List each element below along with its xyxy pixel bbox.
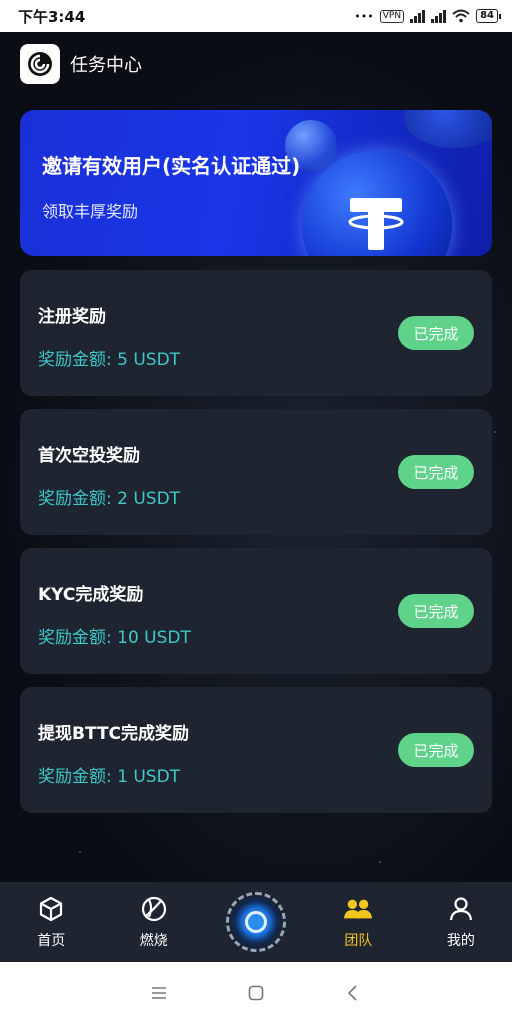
nav-item-mine[interactable]: 我的	[410, 882, 512, 962]
nav-item-center[interactable]	[205, 882, 307, 962]
menu-icon[interactable]	[146, 980, 172, 1006]
task-card[interactable]: 提现BTTC完成奖励 奖励金额: 1 USDT 已完成	[20, 687, 492, 813]
invite-banner[interactable]: 邀请有效用户(实名认证通过) 领取丰厚奖励	[20, 110, 492, 256]
page-title: 任务中心	[70, 55, 142, 76]
coin-decoration	[404, 110, 492, 148]
signal-icon	[410, 9, 426, 23]
user-icon	[446, 894, 476, 924]
app-logo-icon	[20, 44, 60, 84]
task-title: 首次空投奖励	[38, 446, 140, 466]
task-card[interactable]: KYC完成奖励 奖励金额: 10 USDT 已完成	[20, 548, 492, 674]
team-icon	[343, 894, 373, 924]
nav-label: 团队	[344, 933, 373, 949]
battery-icon: 84	[476, 9, 501, 23]
bottom-nav: 首页 燃烧 团队 我的	[0, 882, 512, 962]
task-card[interactable]: 首次空投奖励 奖励金额: 2 USDT 已完成	[20, 409, 492, 535]
task-status-badge[interactable]: 已完成	[398, 733, 474, 767]
vpn-badge: VPN	[379, 9, 405, 23]
task-reward: 奖励金额: 5 USDT	[38, 350, 181, 370]
task-status-badge[interactable]: 已完成	[398, 455, 474, 489]
status-time: 下午3:44	[18, 7, 86, 26]
task-status-badge[interactable]: 已完成	[398, 316, 474, 350]
signal-icon-2	[431, 9, 447, 23]
banner-subtitle: 领取丰厚奖励	[42, 202, 139, 221]
nav-label: 我的	[446, 933, 475, 949]
status-bar: 下午3:44 ••• VPN 84	[0, 0, 512, 32]
nav-item-team[interactable]: 团队	[307, 882, 409, 962]
nav-item-home[interactable]: 首页	[0, 882, 102, 962]
back-icon[interactable]	[340, 980, 366, 1006]
task-reward: 奖励金额: 10 USDT	[38, 628, 191, 648]
system-nav-bar	[0, 962, 512, 1024]
ball-icon	[139, 894, 169, 924]
task-reward: 奖励金额: 2 USDT	[38, 489, 181, 509]
nav-label: 燃烧	[139, 933, 168, 949]
center-orb-icon	[226, 892, 287, 952]
cube-icon	[36, 894, 66, 924]
task-status-badge[interactable]: 已完成	[398, 594, 474, 628]
banner-title: 邀请有效用户(实名认证通过)	[42, 154, 301, 178]
task-reward: 奖励金额: 1 USDT	[38, 767, 181, 787]
task-title: KYC完成奖励	[38, 585, 144, 605]
app-header: 任务中心	[20, 44, 142, 84]
home-square-icon[interactable]	[243, 980, 269, 1006]
nav-item-burn[interactable]: 燃烧	[102, 882, 204, 962]
status-icons: ••• VPN 84	[354, 9, 501, 23]
task-title: 注册奖励	[38, 307, 106, 327]
task-card[interactable]: 注册奖励 奖励金额: 5 USDT 已完成	[20, 270, 492, 396]
nav-label: 首页	[37, 933, 66, 949]
wifi-icon	[452, 9, 470, 23]
more-dots-icon: •••	[354, 9, 374, 23]
task-title: 提现BTTC完成奖励	[38, 724, 190, 744]
tether-icon	[348, 198, 404, 250]
